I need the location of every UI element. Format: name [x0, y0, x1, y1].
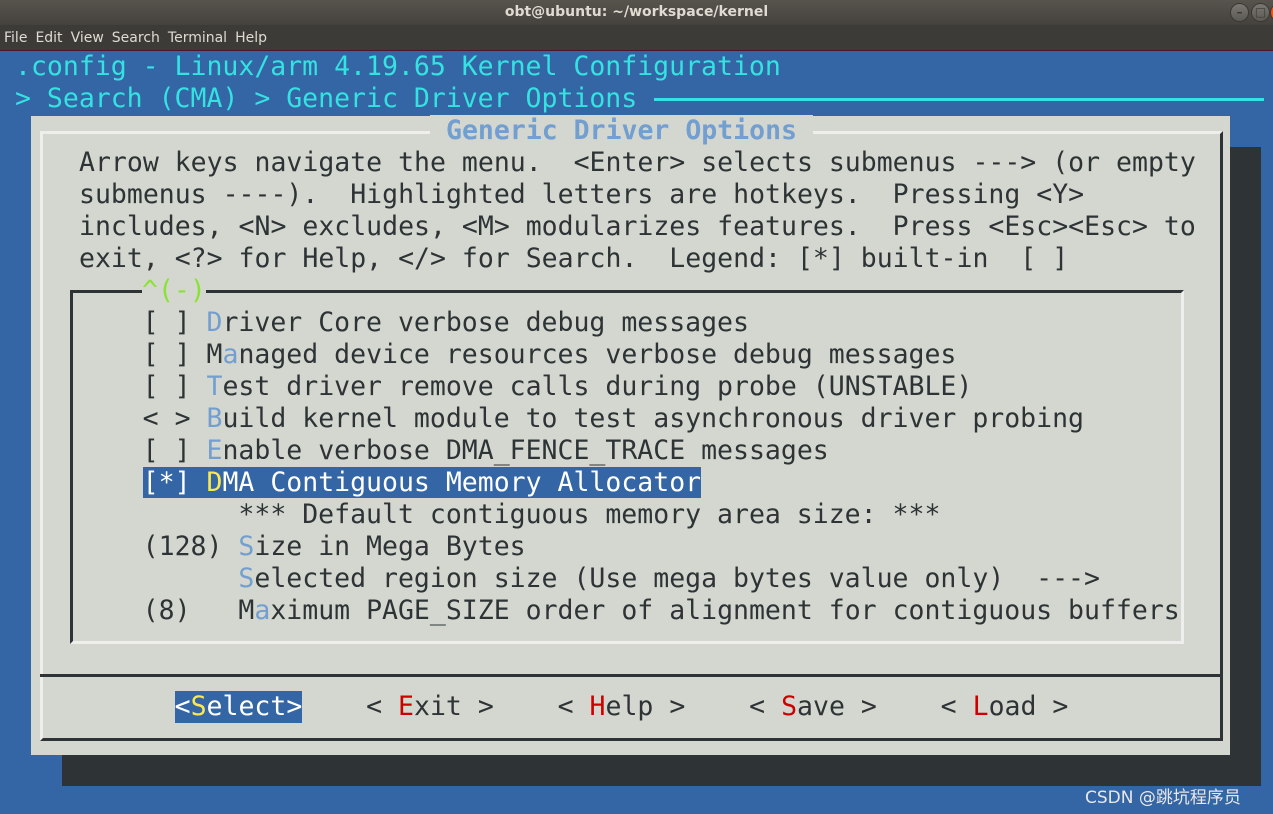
button-hot: S — [781, 691, 798, 722]
button-l: < — [174, 691, 191, 722]
menu-item-hot: E — [206, 435, 223, 466]
button-r: > — [653, 691, 686, 722]
menu-item-content[interactable]: Selected region size (Use mega bytes val… — [143, 563, 1100, 594]
menu-item-hot: D — [206, 467, 223, 498]
breadcrumb: > Search (CMA) > Generic Driver Options — [15, 83, 638, 114]
button-r: > — [286, 691, 303, 722]
button-separator — [40, 674, 1223, 677]
menu-item-hot: a — [222, 339, 239, 370]
menu-item-hot: S — [238, 531, 255, 562]
button-post: ave — [797, 691, 845, 722]
menu-item[interactable]: [ ] Managed device resources verbose deb… — [143, 339, 957, 371]
menu-search[interactable]: Search — [108, 25, 164, 50]
menu-terminal[interactable]: Terminal — [164, 25, 231, 50]
menu-item-post: ize in Mega Bytes — [254, 531, 526, 562]
menu-item-content[interactable]: [*] DMA Contiguous Memory Allocator — [142, 467, 702, 498]
menu-item-prefix: [*] — [142, 467, 207, 498]
menu-item-post: nable verbose DMA_FENCE_TRACE messages — [222, 435, 829, 466]
menu-item-prefix: [ ] — [142, 371, 207, 402]
menu-item-content[interactable]: [ ] Enable verbose DMA_FENCE_TRACE messa… — [143, 435, 829, 466]
menu-item[interactable]: [ ] Test driver remove calls during prob… — [143, 371, 973, 403]
window-titlebar: obt@ubuntu: ~/workspace/kernel – □ — [0, 0, 1273, 25]
menu-item-prefix: < > — [142, 403, 207, 434]
menu-item-hot: a — [254, 595, 271, 626]
menu-item[interactable]: [*] DMA Contiguous Memory Allocator — [142, 467, 702, 499]
menu-item-post: est driver remove calls during probe (UN… — [222, 371, 973, 402]
menu-item[interactable]: Selected region size (Use mega bytes val… — [143, 563, 1100, 595]
maximize-icon[interactable]: □ — [1251, 3, 1270, 22]
help-line: includes, <N> excludes, <M> modularizes … — [79, 211, 1196, 242]
menu-item-content[interactable]: [ ] Test driver remove calls during prob… — [143, 371, 973, 402]
menu-item[interactable]: [ ] Driver Core verbose debug messages — [143, 307, 749, 339]
menu-item-hot: D — [206, 307, 223, 338]
dialog-title: Generic Driver Options — [430, 115, 813, 147]
menu-item-post: MA Contiguous Memory Allocator — [222, 467, 702, 498]
help-line: Arrow keys navigate the menu. <Enter> se… — [79, 147, 1196, 178]
button-hot: H — [589, 691, 606, 722]
menu-item-post: naged device resources verbose debug mes… — [238, 339, 957, 370]
menu-item-post: river Core verbose debug messages — [222, 307, 749, 338]
menu-item-post: elected region size (Use mega bytes valu… — [254, 563, 1100, 594]
scroll-up-indicator[interactable]: ^(-) — [142, 275, 206, 307]
menu-item-post: ximum PAGE_SIZE order of alignment for c… — [270, 595, 1180, 626]
menu-item-prefix: [ ] — [142, 339, 207, 370]
button-r: > — [461, 691, 494, 722]
breadcrumb-rule — [654, 98, 1264, 101]
menu-item-post: uild kernel module to test asynchronous … — [222, 403, 1085, 434]
menu-item[interactable]: (128) Size in Mega Bytes — [143, 531, 526, 563]
button-post: xit — [414, 691, 462, 722]
menu-item-pre: M — [206, 339, 223, 370]
button-hot: E — [398, 691, 414, 722]
menu-item[interactable]: < > Build kernel module to test asynchro… — [143, 403, 1084, 435]
menu-item-prefix: (8) — [142, 595, 239, 626]
button-post: oad — [988, 691, 1037, 722]
menu-view[interactable]: View — [67, 25, 108, 50]
button-l: < — [557, 691, 590, 722]
menu-item-prefix: (128) — [142, 531, 239, 562]
menubar: File Edit View Search Terminal Help — [0, 25, 1273, 51]
menu-item-prefix — [143, 499, 239, 530]
menu-item[interactable]: [ ] Enable verbose DMA_FENCE_TRACE messa… — [143, 435, 829, 467]
menu-item-hot: S — [238, 563, 255, 594]
button-post: elect — [206, 691, 287, 722]
menu-item-prefix: [ ] — [142, 435, 207, 466]
menu-item-content[interactable]: *** Default contiguous memory area size:… — [143, 499, 941, 530]
menu-item-content[interactable]: < > Build kernel module to test asynchro… — [143, 403, 1084, 434]
menu-item-content[interactable]: [ ] Managed device resources verbose deb… — [143, 339, 957, 370]
menu-item-pre: M — [238, 595, 255, 626]
menu-item-content[interactable]: [ ] Driver Core verbose debug messages — [143, 307, 749, 338]
button-hot: S — [190, 691, 207, 722]
menu-edit[interactable]: Edit — [31, 25, 66, 50]
help-line: exit, <?> for Help, </> for Search. Lege… — [79, 243, 1069, 274]
button-hot: L — [972, 691, 989, 722]
menu-help[interactable]: Help — [231, 25, 271, 50]
window-title: obt@ubuntu: ~/workspace/kernel — [504, 4, 769, 20]
menu-item-hot: B — [206, 403, 223, 434]
menu-item-hot: T — [206, 371, 223, 402]
menu-item[interactable]: *** Default contiguous memory area size:… — [143, 499, 941, 531]
menu-item[interactable]: (8) Maximum PAGE_SIZE order of alignment… — [143, 595, 1180, 627]
minimize-icon[interactable]: – — [1230, 3, 1249, 22]
menu-item-pre: *** Default contiguous memory area size:… — [238, 499, 941, 530]
menu-item-content[interactable]: (128) Size in Mega Bytes — [143, 531, 526, 562]
button-help[interactable]: < Help > — [558, 691, 686, 723]
menu-file[interactable]: File — [0, 25, 31, 50]
button-l: < — [940, 691, 973, 722]
button-l: < — [366, 691, 399, 722]
button-post: elp — [605, 691, 654, 722]
button-exit[interactable]: < Exit > — [366, 691, 494, 723]
watermark: CSDN @跳坑程序员 — [1085, 788, 1241, 808]
menu-item-prefix: [ ] — [142, 307, 207, 338]
config-title: .config - Linux/arm 4.19.65 Kernel Confi… — [15, 51, 781, 82]
button-r: > — [1036, 691, 1069, 722]
button-save[interactable]: < Save > — [749, 691, 877, 723]
button-load[interactable]: < Load > — [941, 691, 1069, 723]
button-r: > — [844, 691, 877, 722]
help-line: submenus ----). Highlighted letters are … — [79, 179, 1085, 210]
button-select[interactable]: <Select> — [174, 691, 303, 723]
menu-item-content[interactable]: (8) Maximum PAGE_SIZE order of alignment… — [143, 595, 1180, 626]
button-l: < — [749, 691, 782, 722]
menu-item-prefix — [143, 563, 239, 594]
